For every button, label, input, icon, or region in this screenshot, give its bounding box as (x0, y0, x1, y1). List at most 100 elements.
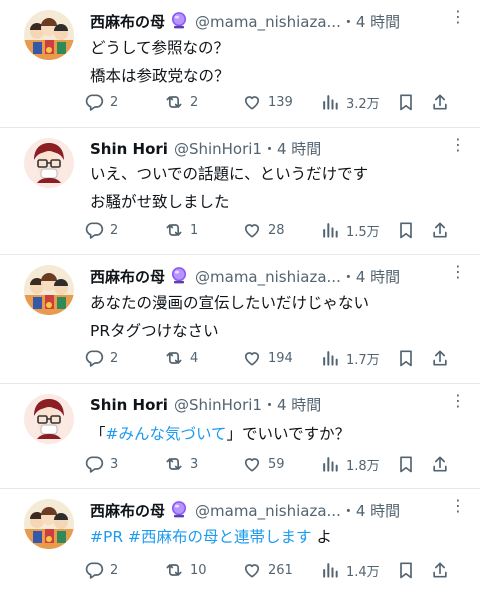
reply-icon (84, 92, 104, 112)
share-button[interactable] (430, 346, 450, 370)
tweet-text-line: PRタグつけなさい (90, 322, 219, 340)
timestamp[interactable]: ・4 時間 (341, 502, 400, 520)
timestamp[interactable]: ・4 時間 (262, 140, 321, 158)
avatar[interactable] (24, 265, 74, 315)
views-button[interactable]: 1.4万 (320, 558, 380, 582)
reply-count: 2 (110, 94, 119, 110)
tweet-text-line: お騒がせ致しました (90, 193, 230, 211)
tweet-actions: 3 3 59 1.8万 (84, 452, 454, 476)
tweet-text-line: 橋本は参政党なの？ (90, 67, 230, 85)
timestamp[interactable]: ・4 時間 (341, 268, 400, 286)
reply-button[interactable]: 2 (84, 558, 118, 582)
bookmark-icon (396, 92, 416, 112)
like-button[interactable]: 139 (242, 90, 293, 114)
display-name[interactable]: Shin Hori (90, 140, 168, 158)
reply-count: 3 (110, 456, 119, 472)
crystal-ball-badge-icon (169, 10, 189, 34)
user-handle[interactable]: @mama_nishiaza... (195, 268, 341, 286)
reply-button[interactable]: 2 (84, 218, 118, 242)
like-button[interactable]: 59 (242, 452, 285, 476)
tweet-text-line: あなたの漫画の宣伝したいだけじゃない (90, 294, 370, 312)
like-count: 59 (268, 456, 285, 472)
more-options-icon[interactable]: ⋮ (444, 136, 472, 158)
repost-button[interactable]: 10 (164, 558, 207, 582)
timestamp[interactable]: ・4 時間 (341, 13, 400, 31)
repost-button[interactable]: 1 (164, 218, 198, 242)
like-count: 28 (268, 222, 285, 238)
tweet[interactable]: 西麻布の母 @mama_nishiaza...・4 時間 ⋮ あなたの漫画の宣伝し… (0, 255, 480, 383)
share-button[interactable] (430, 90, 450, 114)
more-options-icon[interactable]: ⋮ (444, 263, 472, 285)
view-count: 1.8万 (346, 458, 380, 474)
reply-count: 2 (110, 562, 119, 578)
tweet-text: #PR #西麻布の母と連帯します よ (90, 523, 470, 551)
tweet-text: いえ、ついでの話題に、というだけです お騒がせ致しました (90, 160, 470, 216)
like-button[interactable]: 261 (242, 558, 293, 582)
bookmark-icon (396, 560, 416, 580)
repost-count: 10 (190, 562, 207, 578)
more-options-icon[interactable]: ⋮ (444, 392, 472, 414)
display-name[interactable]: Shin Hori (90, 396, 168, 414)
like-count: 139 (268, 94, 293, 110)
bookmark-button[interactable] (396, 346, 416, 370)
hashtag-link[interactable]: #西麻布の母と連帯します (128, 528, 312, 546)
avatar[interactable] (24, 138, 74, 188)
bookmark-button[interactable] (396, 218, 416, 242)
repost-count: 4 (190, 350, 199, 366)
heart-icon (242, 560, 262, 580)
reply-button[interactable]: 2 (84, 90, 118, 114)
like-button[interactable]: 194 (242, 346, 293, 370)
user-handle[interactable]: @mama_nishiaza... (195, 502, 341, 520)
tweet-header: 西麻布の母 @mama_nishiaza...・4 時間 (90, 265, 474, 289)
user-handle[interactable]: @ShinHori1 (174, 396, 262, 414)
avatar[interactable] (24, 499, 74, 549)
repost-icon (164, 220, 184, 240)
share-icon (430, 220, 450, 240)
more-options-icon[interactable]: ⋮ (444, 8, 472, 30)
bookmark-button[interactable] (396, 558, 416, 582)
share-button[interactable] (430, 218, 450, 242)
views-button[interactable]: 1.8万 (320, 452, 380, 476)
display-name[interactable]: 西麻布の母 (90, 268, 165, 286)
tweet-header: 西麻布の母 @mama_nishiaza...・4 時間 (90, 10, 474, 34)
share-button[interactable] (430, 558, 450, 582)
timestamp[interactable]: ・4 時間 (262, 396, 321, 414)
tweet-text: どうして参照なの？ 橋本は参政党なの？ (90, 34, 470, 90)
reply-button[interactable]: 3 (84, 452, 118, 476)
display-name[interactable]: 西麻布の母 (90, 13, 165, 31)
repost-count: 1 (190, 222, 199, 238)
bar-chart-icon (320, 348, 340, 368)
tweet-text-part: 「 (90, 425, 106, 443)
like-button[interactable]: 28 (242, 218, 285, 242)
tweet-text: あなたの漫画の宣伝したいだけじゃない PRタグつけなさい (90, 289, 470, 345)
view-count: 3.2万 (346, 96, 380, 112)
avatar[interactable] (24, 10, 74, 60)
views-button[interactable]: 3.2万 (320, 90, 380, 114)
crystal-ball-badge-icon (169, 265, 189, 289)
hashtag-link[interactable]: #PR (90, 528, 123, 546)
bookmark-icon (396, 454, 416, 474)
user-handle[interactable]: @mama_nishiaza... (195, 13, 341, 31)
more-options-icon[interactable]: ⋮ (444, 497, 472, 519)
bookmark-button[interactable] (396, 90, 416, 114)
bar-chart-icon (320, 92, 340, 112)
crystal-ball-badge-icon (169, 499, 189, 523)
bookmark-button[interactable] (396, 452, 416, 476)
share-button[interactable] (430, 452, 450, 476)
display-name[interactable]: 西麻布の母 (90, 502, 165, 520)
user-handle[interactable]: @ShinHori1 (174, 140, 262, 158)
repost-button[interactable]: 4 (164, 346, 198, 370)
tweet[interactable]: 西麻布の母 @mama_nishiaza...・4 時間 ⋮ #PR #西麻布の母… (0, 489, 480, 593)
heart-icon (242, 454, 262, 474)
views-button[interactable]: 1.7万 (320, 346, 380, 370)
tweet[interactable]: 西麻布の母 @mama_nishiaza...・4 時間 ⋮ どうして参照なの？ … (0, 0, 480, 126)
reply-icon (84, 348, 104, 368)
views-button[interactable]: 1.5万 (320, 218, 380, 242)
avatar[interactable] (24, 394, 74, 444)
reply-button[interactable]: 2 (84, 346, 118, 370)
tweet[interactable]: Shin Hori @ShinHori1・4 時間 ⋮ いえ、ついでの話題に、とい… (0, 128, 480, 254)
repost-button[interactable]: 3 (164, 452, 198, 476)
hashtag-link[interactable]: #みんな気づいて (106, 425, 227, 443)
repost-button[interactable]: 2 (164, 90, 198, 114)
tweet[interactable]: Shin Hori @ShinHori1・4 時間 ⋮ 「#みんな気づいて」でいい… (0, 384, 480, 488)
